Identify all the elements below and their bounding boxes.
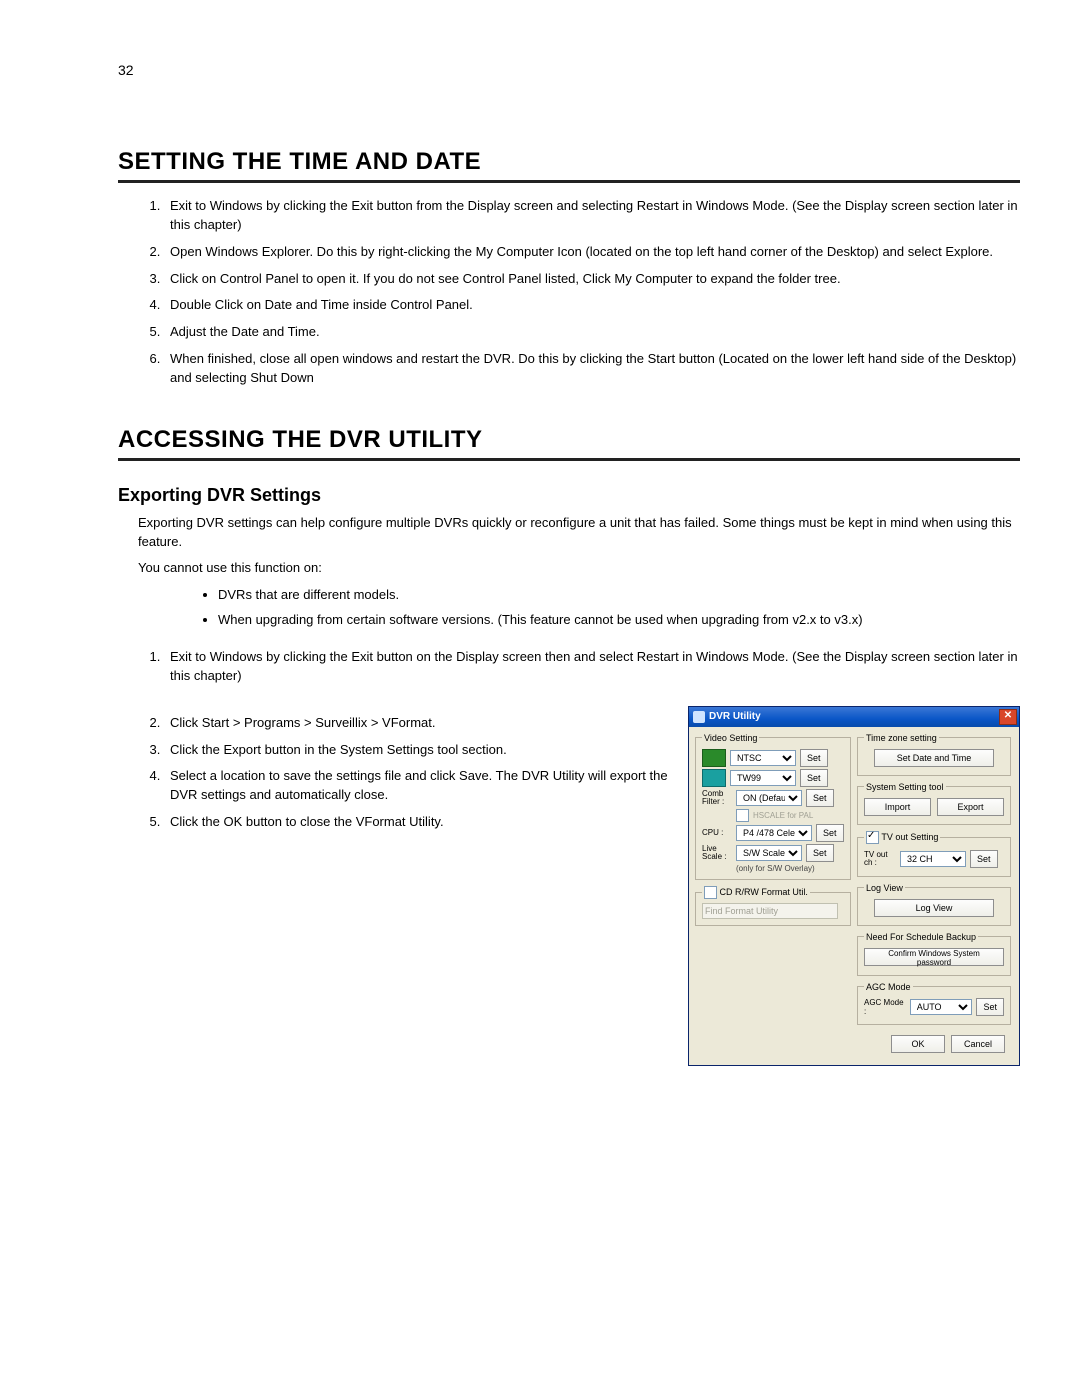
hscale-checkbox xyxy=(736,809,749,822)
step-item: Click Start > Programs > Surveillix > VF… xyxy=(164,714,674,733)
agc-select[interactable]: AUTO xyxy=(910,999,973,1015)
page-number: 32 xyxy=(118,62,134,78)
step-item: Exit to Windows by clicking the Exit but… xyxy=(164,648,1020,686)
list-item: When upgrading from certain software ver… xyxy=(218,611,1020,630)
step-item: Exit to Windows by clicking the Exit but… xyxy=(164,197,1020,235)
ntsc-set-button[interactable]: Set xyxy=(800,749,828,767)
hscale-label: HSCALE for PAL xyxy=(753,811,813,820)
restrictions-list: DVRs that are different models. When upg… xyxy=(118,586,1020,630)
ntsc-row: NTSC Set xyxy=(702,749,844,767)
step-item: Open Windows Explorer. Do this by right-… xyxy=(164,243,1020,262)
confirm-password-button[interactable]: Confirm Windows System password xyxy=(864,948,1004,966)
dvr-utility-dialog: DVR Utility ✕ Video Setting xyxy=(688,706,1020,1066)
comb-filter-row: Comb Filter : ON (Default) Set xyxy=(702,789,844,807)
cpu-label: CPU : xyxy=(702,829,732,837)
tw99-row: TW99 Set xyxy=(702,769,844,787)
live-scale-select[interactable]: S/W Scale xyxy=(736,845,802,861)
export-button[interactable]: Export xyxy=(937,798,1004,816)
find-format-utility-input xyxy=(702,903,838,919)
dialog-left-column: Video Setting NTSC Set xyxy=(695,733,851,1025)
section-accessing-dvr-utility: ACCESSING THE DVR UTILITY Exporting DVR … xyxy=(118,416,1020,1066)
cpu-select[interactable]: P4 /478 Celeron xyxy=(736,825,812,841)
dialog-titlebar: DVR Utility ✕ xyxy=(689,707,1019,727)
document-page: 32 SETTING THE TIME AND DATE Exit to Win… xyxy=(0,0,1080,1126)
live-scale-row: Live Scale : S/W Scale Set xyxy=(702,844,844,862)
step-item: Click the OK button to close the VFormat… xyxy=(164,813,674,832)
agc-label: AGC Mode : xyxy=(864,998,906,1016)
import-button[interactable]: Import xyxy=(864,798,931,816)
live-scale-set-button[interactable]: Set xyxy=(806,844,834,862)
cpu-set-button[interactable]: Set xyxy=(816,824,844,842)
step-item: Click on Control Panel to open it. If yo… xyxy=(164,270,1020,289)
schedule-backup-group: Need For Schedule Backup Confirm Windows… xyxy=(857,932,1011,976)
set-date-time-button[interactable]: Set Date and Time xyxy=(874,749,994,767)
cd-format-checkbox[interactable] xyxy=(704,886,717,899)
dialog-title: DVR Utility xyxy=(693,711,761,723)
section-setting-time-date: SETTING THE TIME AND DATE Exit to Window… xyxy=(118,138,1020,388)
tvout-set-button[interactable]: Set xyxy=(970,850,998,868)
cd-format-legend: CD R/RW Format Util. xyxy=(720,887,808,897)
section-title: ACCESSING THE DVR UTILITY xyxy=(118,416,1020,454)
step-item: Click the Export button in the System Se… xyxy=(164,741,674,760)
live-scale-note: (only for S/W Overlay) xyxy=(736,864,844,873)
video-setting-legend: Video Setting xyxy=(702,733,759,743)
ok-button[interactable]: OK xyxy=(891,1035,945,1053)
step-item: When finished, close all open windows an… xyxy=(164,350,1020,388)
system-setting-tool-group: System Setting tool Import Export xyxy=(857,782,1011,825)
timezone-group: Time zone setting Set Date and Time xyxy=(857,733,1011,776)
step-item: Adjust the Date and Time. xyxy=(164,323,1020,342)
subsection-title: Exporting DVR Settings xyxy=(118,485,1020,506)
tvout-row: TV out ch : 32 CH Set xyxy=(864,850,1004,868)
steps-list: Exit to Windows by clicking the Exit but… xyxy=(118,197,1020,388)
export-steps-list: Exit to Windows by clicking the Exit but… xyxy=(118,648,1020,686)
chip-icon xyxy=(702,769,726,787)
system-setting-tool-legend: System Setting tool xyxy=(864,782,946,792)
agc-row: AGC Mode : AUTO Set xyxy=(864,998,1004,1016)
ntsc-select[interactable]: NTSC xyxy=(730,750,796,766)
comb-filter-label: Comb Filter : xyxy=(702,790,732,806)
tvout-group: TV out Setting TV out ch : 32 CH Set xyxy=(857,831,1011,877)
app-icon xyxy=(693,711,705,723)
live-scale-label: Live Scale : xyxy=(702,845,732,861)
dialog-right-column: Time zone setting Set Date and Time Syst… xyxy=(857,733,1011,1025)
section-divider xyxy=(118,458,1020,461)
dialog-title-text: DVR Utility xyxy=(709,711,761,722)
schedule-backup-legend: Need For Schedule Backup xyxy=(864,932,978,942)
hscale-row: HSCALE for PAL xyxy=(736,809,844,822)
cancel-button[interactable]: Cancel xyxy=(951,1035,1005,1053)
tvout-legend-wrap: TV out Setting xyxy=(864,831,940,844)
dialog-footer: OK Cancel xyxy=(695,1031,1013,1059)
dialog-body: Video Setting NTSC Set xyxy=(689,727,1019,1065)
logview-legend: Log View xyxy=(864,883,905,893)
intro-paragraph: Exporting DVR settings can help configur… xyxy=(138,514,1020,552)
cd-format-legend-wrap: CD R/RW Format Util. xyxy=(702,886,810,899)
tvout-label: TV out ch : xyxy=(864,851,896,867)
tvout-select[interactable]: 32 CH xyxy=(900,851,966,867)
tw99-set-button[interactable]: Set xyxy=(800,769,828,787)
cd-format-group: CD R/RW Format Util. xyxy=(695,886,851,926)
timezone-legend: Time zone setting xyxy=(864,733,939,743)
logview-group: Log View Log View xyxy=(857,883,1011,926)
section-title: SETTING THE TIME AND DATE xyxy=(118,138,1020,176)
comb-filter-set-button[interactable]: Set xyxy=(806,789,834,807)
section-divider xyxy=(118,180,1020,183)
comb-filter-select[interactable]: ON (Default) xyxy=(736,790,802,806)
tw99-select[interactable]: TW99 xyxy=(730,770,796,786)
close-button[interactable]: ✕ xyxy=(999,709,1017,725)
chip-icon xyxy=(702,749,726,767)
step-item: Double Click on Date and Time inside Con… xyxy=(164,296,1020,315)
export-steps-list-cont: Click Start > Programs > Surveillix > VF… xyxy=(118,714,674,832)
video-setting-group: Video Setting NTSC Set xyxy=(695,733,851,880)
agc-mode-group: AGC Mode AGC Mode : AUTO Set xyxy=(857,982,1011,1025)
step-item: Select a location to save the settings f… xyxy=(164,767,674,805)
list-item: DVRs that are different models. xyxy=(218,586,1020,605)
logview-button[interactable]: Log View xyxy=(874,899,994,917)
two-column-layout: Click Start > Programs > Surveillix > VF… xyxy=(118,706,1020,1066)
agc-set-button[interactable]: Set xyxy=(976,998,1004,1016)
cannot-use-paragraph: You cannot use this function on: xyxy=(138,559,1020,578)
tvout-checkbox[interactable] xyxy=(866,831,879,844)
tvout-legend: TV out Setting xyxy=(881,832,938,842)
agc-mode-legend: AGC Mode xyxy=(864,982,913,992)
cpu-row: CPU : P4 /478 Celeron Set xyxy=(702,824,844,842)
